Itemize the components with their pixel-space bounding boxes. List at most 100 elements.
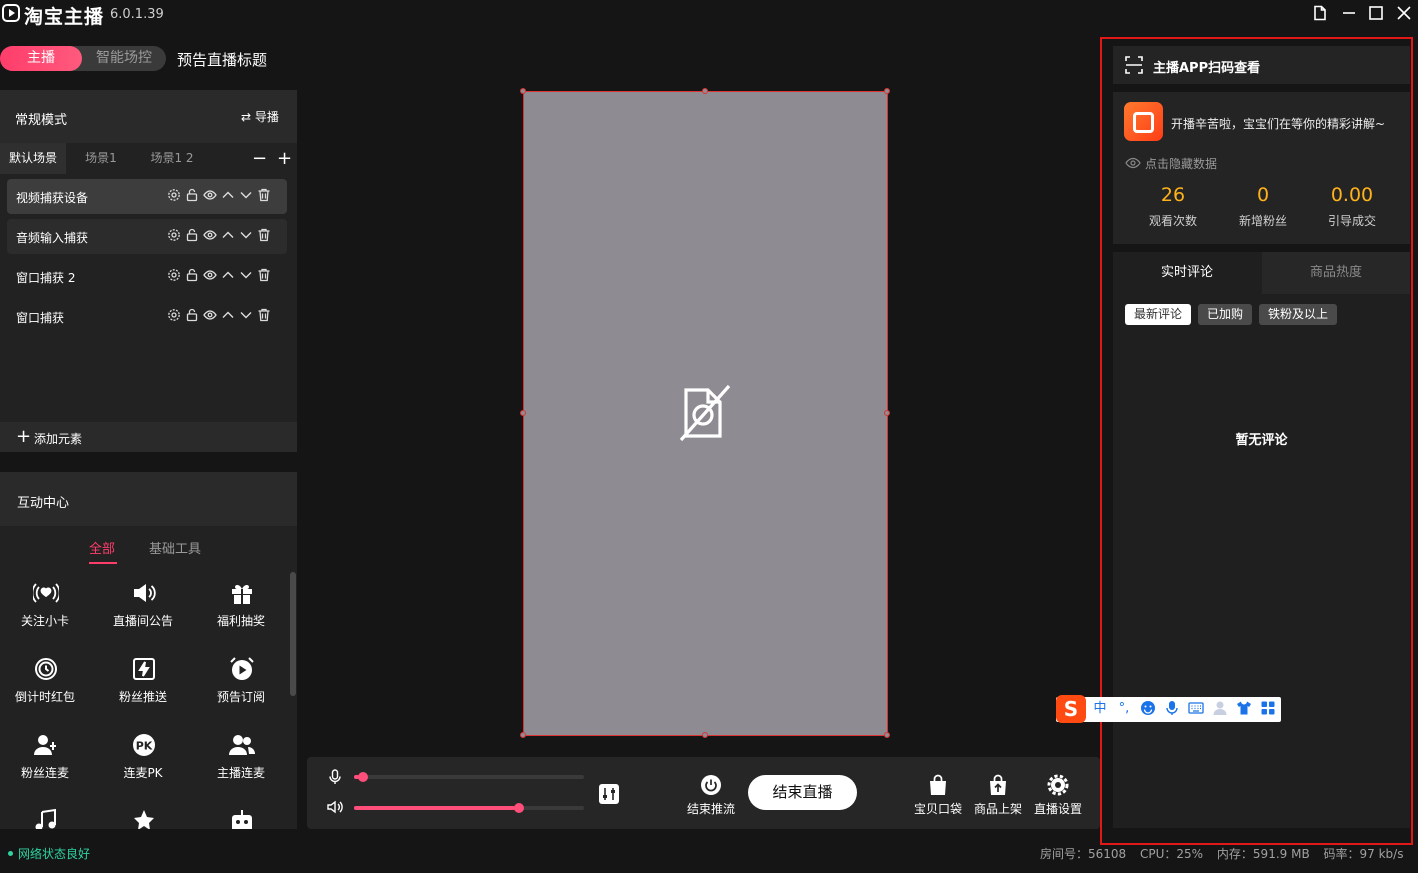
keyboard-icon[interactable]	[1187, 700, 1205, 718]
add-scene-button[interactable]: +	[277, 148, 292, 169]
scene-panel: 常规模式 ⇄ 导播 默认场景 场景1 场景1 2 − + 视频捕获设备 音频输入…	[0, 90, 297, 452]
resize-handle[interactable]	[702, 88, 708, 94]
product-bag-button[interactable]: 宝贝口袋	[910, 774, 966, 817]
gear-icon[interactable]	[167, 188, 182, 204]
chevron-up-icon[interactable]	[221, 268, 236, 284]
gear-icon[interactable]	[167, 268, 182, 284]
source-row[interactable]: 窗口捕获 2	[7, 259, 287, 294]
tab-default-scene[interactable]: 默认场景	[0, 143, 66, 174]
eye-icon[interactable]	[203, 228, 218, 244]
preview-title[interactable]: 预告直播标题	[177, 49, 267, 70]
tab-scene-1[interactable]: 场景1	[68, 143, 134, 174]
mic-slider-knob[interactable]	[357, 772, 368, 782]
trash-icon[interactable]	[257, 268, 272, 284]
maximize-icon[interactable]	[1368, 5, 1386, 23]
resize-handle[interactable]	[520, 410, 526, 416]
source-row[interactable]: 窗口捕获	[7, 299, 287, 334]
chevron-down-icon[interactable]	[239, 308, 254, 324]
tool-announcement[interactable]: 直播间公告	[103, 580, 183, 640]
gear-icon[interactable]	[167, 308, 182, 324]
trash-icon[interactable]	[257, 188, 272, 204]
filter-latest-comments[interactable]: 最新评论	[1125, 304, 1192, 325]
resize-handle[interactable]	[520, 88, 526, 94]
tab-all[interactable]: 全部	[89, 538, 115, 557]
plus-icon: +	[16, 426, 32, 447]
product-listing-button[interactable]: 商品上架	[970, 774, 1026, 817]
resize-handle[interactable]	[884, 732, 890, 738]
volume-icon[interactable]	[327, 800, 343, 817]
eye-icon	[1125, 157, 1141, 169]
voice-input-icon[interactable]	[1163, 700, 1181, 718]
tab-smart-control[interactable]: 智能场控	[82, 46, 166, 71]
tool-preview-subscribe[interactable]: 预告订阅	[201, 656, 281, 716]
eye-icon[interactable]	[203, 308, 218, 324]
eye-icon[interactable]	[203, 188, 218, 204]
tool-label: 粉丝推送	[118, 690, 167, 704]
tab-basic-tools[interactable]: 基础工具	[149, 538, 201, 557]
skin-icon[interactable]	[1235, 700, 1253, 718]
filter-loyal-fans[interactable]: 铁粉及以上	[1259, 304, 1338, 325]
emoji-icon[interactable]	[1139, 700, 1157, 718]
volume-slider[interactable]	[354, 803, 584, 813]
ime-language-toggle[interactable]: 中	[1091, 700, 1109, 718]
chevron-down-icon[interactable]	[239, 228, 254, 244]
tool-fan-mic[interactable]: 粉丝连麦	[5, 732, 85, 792]
tool-music[interactable]	[5, 808, 85, 829]
chevron-up-icon[interactable]	[221, 308, 236, 324]
ime-punctuation-toggle[interactable]: °,	[1115, 700, 1133, 718]
user-icon[interactable]	[1211, 700, 1229, 718]
lock-icon[interactable]	[185, 268, 200, 284]
resize-handle[interactable]	[702, 732, 708, 738]
live-settings-button[interactable]: 直播设置	[1030, 774, 1086, 817]
tab-anchor[interactable]: 主播	[0, 46, 82, 71]
tool-fan-push[interactable]: 粉丝推送	[103, 656, 183, 716]
microphone-icon[interactable]	[328, 769, 342, 788]
tool-anchor-mic[interactable]: 主播连麦	[201, 732, 281, 792]
tool-robot[interactable]	[201, 808, 281, 829]
trash-icon[interactable]	[257, 308, 272, 324]
chevron-up-icon[interactable]	[221, 188, 236, 204]
tool-link-pk[interactable]: PK 连麦PK	[103, 732, 183, 792]
hide-data-toggle[interactable]: 点击隐藏数据	[1125, 155, 1217, 172]
tool-effects[interactable]	[103, 808, 183, 829]
add-element-button[interactable]: + 添加元素	[0, 422, 297, 452]
qr-scan-header[interactable]: 主播APP扫码查看	[1113, 46, 1410, 84]
source-row[interactable]: 音频输入捕获	[7, 219, 287, 254]
trash-icon[interactable]	[257, 228, 272, 244]
tool-follow-card[interactable]: 关注小卡	[5, 580, 85, 640]
remove-scene-button[interactable]: −	[252, 148, 267, 169]
filter-added-to-cart[interactable]: 已加购	[1198, 304, 1253, 325]
chevron-down-icon[interactable]	[239, 188, 254, 204]
tab-scene-1-2[interactable]: 场景1 2	[140, 143, 204, 174]
mic-slider[interactable]	[354, 772, 584, 782]
tab-product-heat[interactable]: 商品热度	[1262, 252, 1410, 294]
source-label: 窗口捕获 2	[16, 271, 76, 285]
tab-live-comments[interactable]: 实时评论	[1113, 252, 1261, 294]
scan-icon	[1125, 56, 1143, 74]
file-icon[interactable]	[1312, 5, 1330, 23]
toolbox-icon[interactable]	[1259, 700, 1277, 718]
sogou-logo-icon[interactable]: S	[1056, 695, 1086, 723]
guide-button[interactable]: ⇄ 导播	[241, 108, 279, 125]
gear-icon[interactable]	[167, 228, 182, 244]
resize-handle[interactable]	[884, 410, 890, 416]
interaction-scrollbar[interactable]	[290, 572, 296, 696]
chevron-down-icon[interactable]	[239, 268, 254, 284]
audio-mixer-icon[interactable]	[598, 783, 620, 808]
lock-icon[interactable]	[185, 188, 200, 204]
tool-lottery[interactable]: 福利抽奖	[201, 580, 281, 640]
lock-icon[interactable]	[185, 308, 200, 324]
end-stream-button[interactable]: 结束推流	[683, 774, 739, 817]
resize-handle[interactable]	[520, 732, 526, 738]
source-row[interactable]: 视频捕获设备	[7, 179, 287, 214]
resize-handle[interactable]	[884, 88, 890, 94]
lock-icon[interactable]	[185, 228, 200, 244]
eye-icon[interactable]	[203, 268, 218, 284]
minimize-icon[interactable]	[1341, 5, 1359, 23]
preview-canvas[interactable]	[520, 88, 890, 738]
close-icon[interactable]	[1396, 5, 1414, 23]
chevron-up-icon[interactable]	[221, 228, 236, 244]
tool-countdown-redpacket[interactable]: 倒计时红包	[5, 656, 85, 716]
end-live-button[interactable]: 结束直播	[748, 775, 857, 810]
volume-slider-knob[interactable]	[514, 803, 524, 813]
